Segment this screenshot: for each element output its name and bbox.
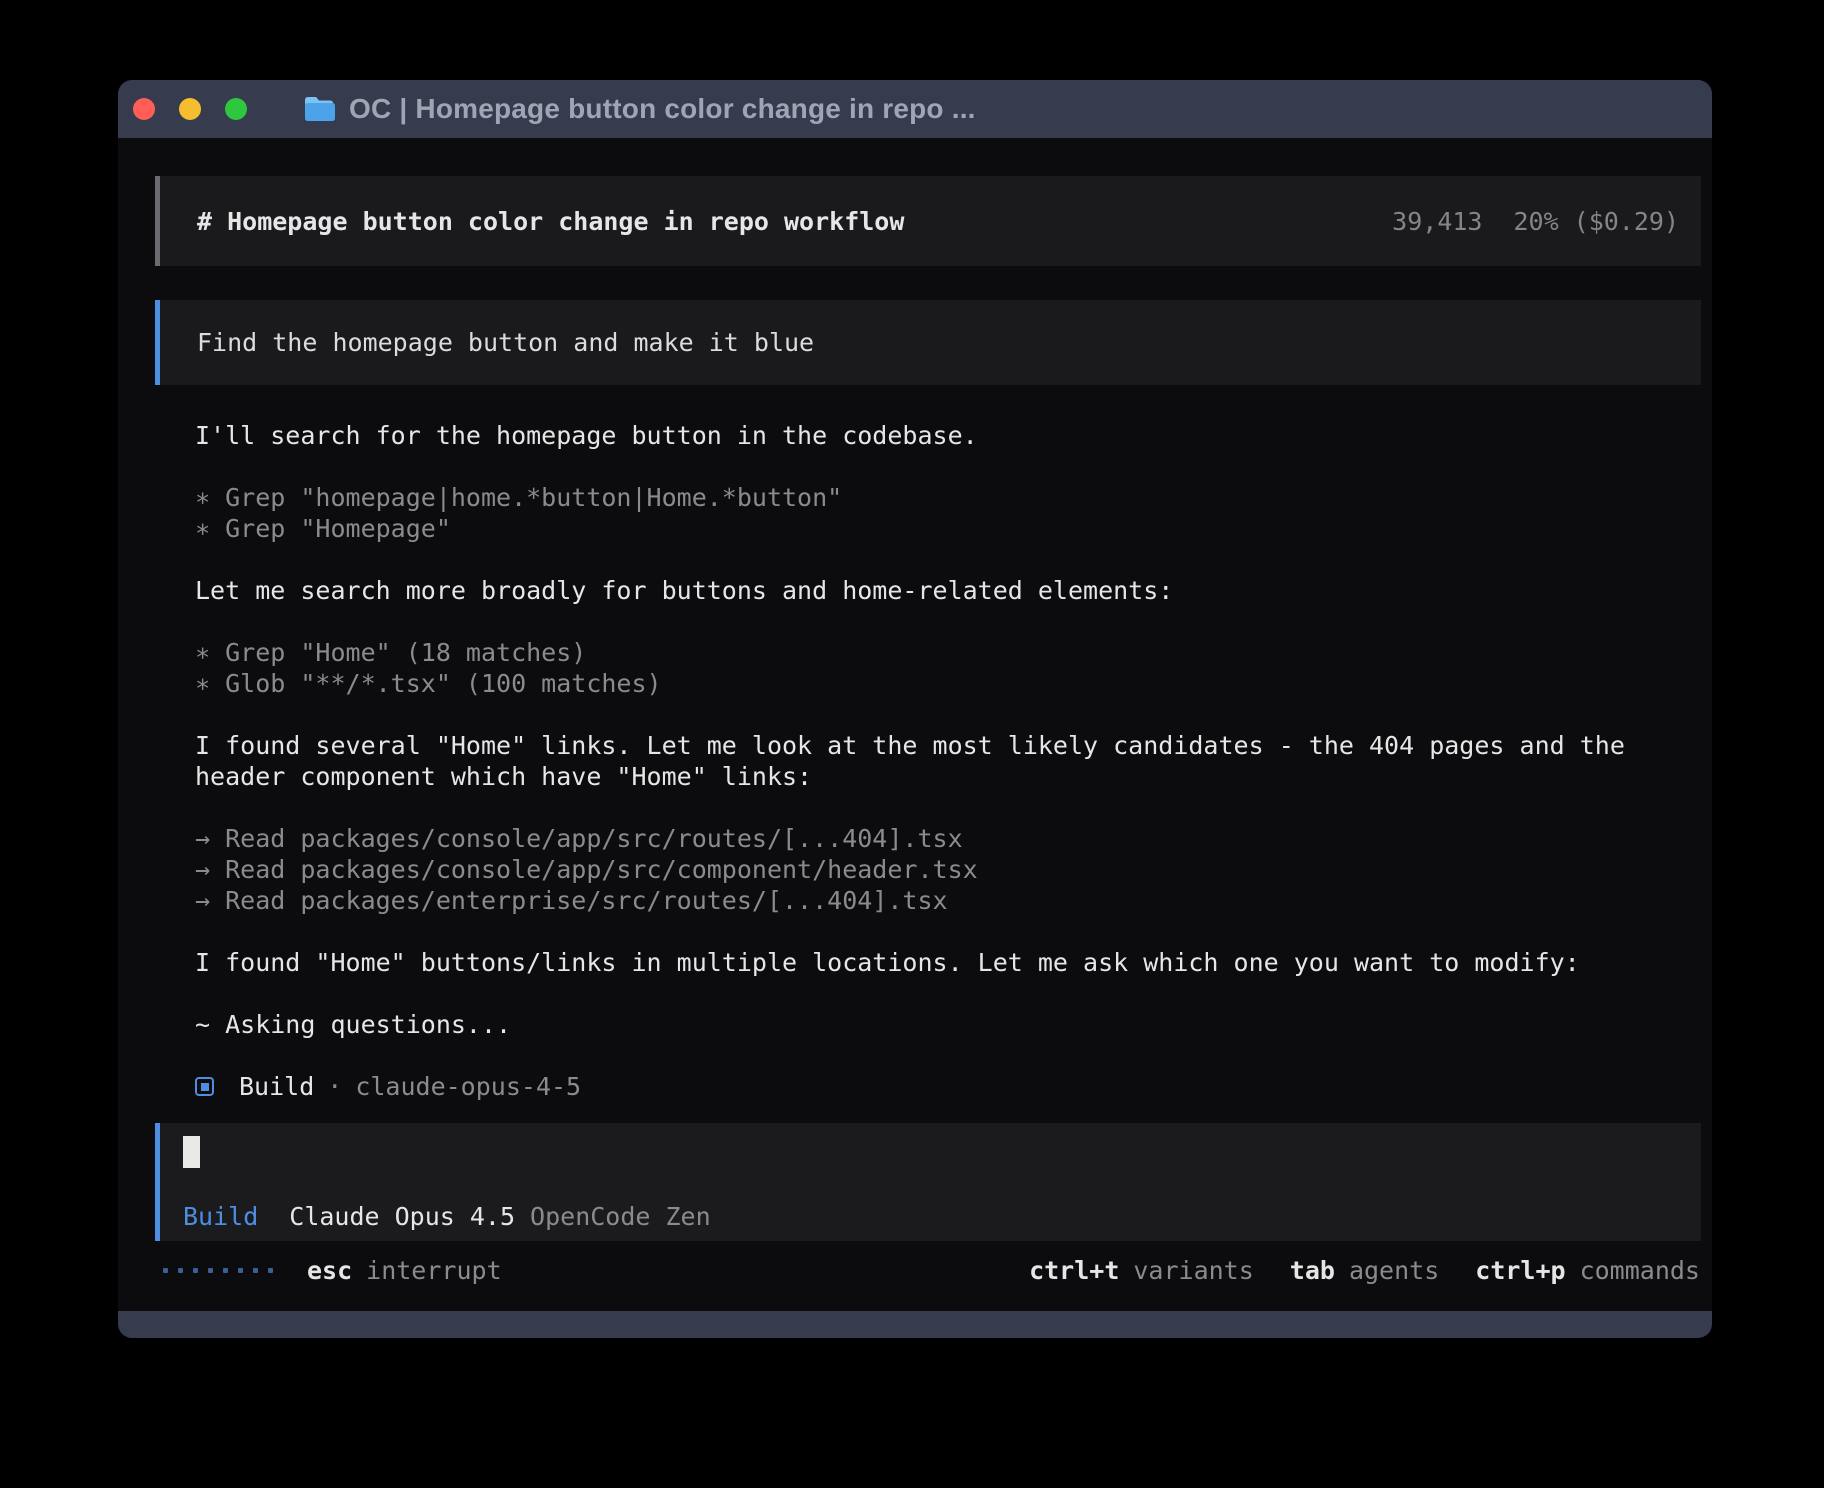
spinner-dot [208, 1268, 213, 1273]
transcript: I'll search for the homepage button in t… [155, 420, 1701, 1040]
input-mode-label: Build [183, 1201, 258, 1232]
terminal-window: OC | Homepage button color change in rep… [118, 80, 1712, 1338]
token-count: 39,413 [1392, 206, 1482, 237]
key-hint: ctrl+t variants [1029, 1255, 1254, 1286]
agent-status: Build · claude-opus-4-5 [155, 1071, 1701, 1102]
key-hint-label: variants [1133, 1255, 1253, 1286]
titlebar: OC | Homepage button color change in rep… [118, 80, 1712, 138]
minimize-button[interactable] [179, 98, 201, 120]
statusbar-hints: ctrl+t variants tab agents ctrl+p commands [1029, 1255, 1700, 1286]
input-meta: Build Claude Opus 4.5 OpenCode Zen [183, 1201, 1701, 1232]
close-button[interactable] [133, 98, 155, 120]
agent-separator: · [327, 1071, 342, 1102]
esc-label: interrupt [366, 1255, 501, 1286]
key-hint: tab agents [1290, 1255, 1439, 1286]
session-title: # Homepage button color change in repo w… [197, 206, 904, 237]
key-hint-label: agents [1349, 1255, 1439, 1286]
transcript-line: → Read packages/enterprise/src/routes/[.… [155, 885, 1701, 916]
transcript-gap [155, 699, 1701, 730]
agent-model: claude-opus-4-5 [355, 1071, 581, 1102]
transcript-gap [155, 606, 1701, 637]
user-message: Find the homepage button and make it blu… [155, 300, 1701, 385]
transcript-gap [155, 978, 1701, 1009]
transcript-line: → Read packages/console/app/src/routes/[… [155, 823, 1701, 854]
key-hint-key: ctrl+t [1029, 1255, 1119, 1286]
transcript-line: ∗ Grep "Home" (18 matches) [155, 637, 1701, 668]
transcript-gap [155, 792, 1701, 823]
session-header: # Homepage button color change in repo w… [155, 176, 1701, 266]
agent-name: Build [239, 1071, 314, 1102]
spinner-dot [223, 1268, 228, 1273]
user-message-text: Find the homepage button and make it blu… [197, 327, 814, 358]
session-stats: 39,413 20% ($0.29) [1392, 206, 1679, 237]
transcript-line: Let me search more broadly for buttons a… [155, 575, 1701, 606]
key-hint-key: ctrl+p [1475, 1255, 1565, 1286]
zoom-button[interactable] [225, 98, 247, 120]
transcript-line: header component which have "Home" links… [155, 761, 1701, 792]
window-bottom-chrome [118, 1311, 1712, 1338]
transcript-line: ∗ Grep "Homepage" [155, 513, 1701, 544]
esc-key: esc [307, 1255, 352, 1286]
transcript-gap [155, 544, 1701, 575]
session-cost: ($0.29) [1574, 206, 1679, 237]
window-title: OC | Homepage button color change in rep… [349, 93, 976, 125]
transcript-line: I'll search for the homepage button in t… [155, 420, 1701, 451]
spinner-dot [268, 1268, 273, 1273]
input-provider-label: OpenCode Zen [530, 1201, 711, 1232]
spinner-dot [193, 1268, 198, 1273]
input-model-label: Claude Opus 4.5 [289, 1201, 515, 1232]
spinner-dots [163, 1268, 273, 1273]
transcript-line: ∗ Glob "**/*.tsx" (100 matches) [155, 668, 1701, 699]
statusbar: esc interrupt ctrl+tvariantstabagentsctr… [155, 1255, 1701, 1286]
spinner-dot [178, 1268, 183, 1273]
spinner-dot [238, 1268, 243, 1273]
context-percent: 20% [1513, 206, 1558, 237]
folder-icon [303, 95, 335, 123]
transcript-line: I found several "Home" links. Let me loo… [155, 730, 1701, 761]
statusbar-left: esc interrupt [163, 1255, 502, 1286]
agent-square-icon [195, 1077, 214, 1096]
transcript-line: → Read packages/console/app/src/componen… [155, 854, 1701, 885]
spinner-dot [253, 1268, 258, 1273]
prompt-input[interactable]: Build Claude Opus 4.5 OpenCode Zen [155, 1123, 1701, 1241]
spinner-dot [163, 1268, 168, 1273]
terminal-content: # Homepage button color change in repo w… [118, 138, 1712, 1311]
transcript-gap [155, 916, 1701, 947]
key-hint: ctrl+p commands [1475, 1255, 1700, 1286]
key-hint-key: tab [1290, 1255, 1335, 1286]
transcript-line: ∗ Grep "homepage|home.*button|Home.*butt… [155, 482, 1701, 513]
transcript-gap [155, 451, 1701, 482]
transcript-line: ~ Asking questions... [155, 1009, 1701, 1040]
key-hint-label: commands [1580, 1255, 1700, 1286]
text-cursor [183, 1136, 200, 1168]
transcript-line: I found "Home" buttons/links in multiple… [155, 947, 1701, 978]
